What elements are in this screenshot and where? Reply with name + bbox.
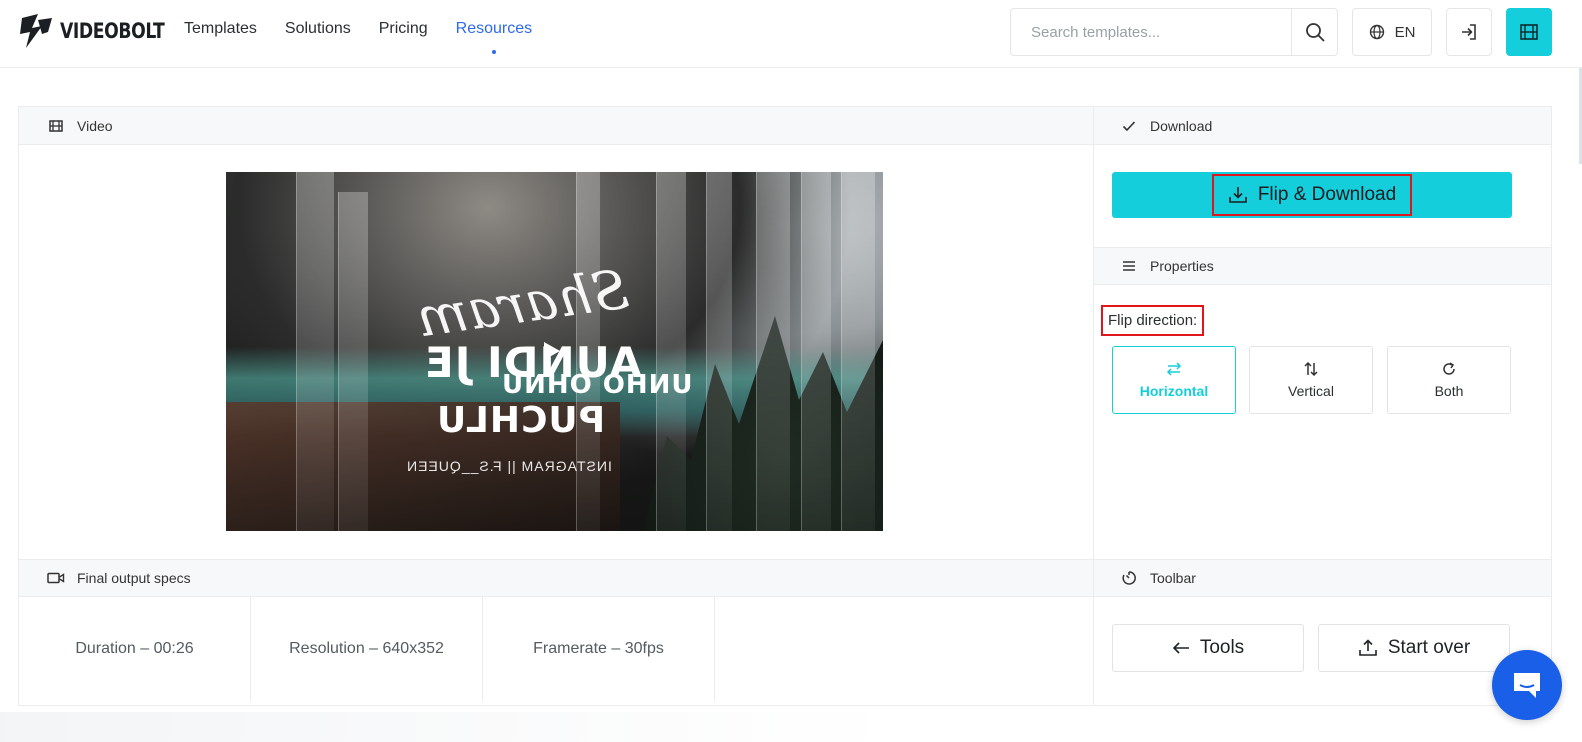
brand-name: VIDEOBOLT: [60, 19, 165, 43]
search-box: [1010, 8, 1338, 56]
flip-and-download-label: Flip & Download: [1257, 184, 1397, 205]
film-icon: [49, 119, 63, 132]
chat-icon: [1514, 673, 1540, 698]
upload-icon: [1359, 639, 1377, 656]
flip-option-both[interactable]: Both: [1387, 346, 1511, 414]
download-section-title: Download: [1150, 117, 1213, 134]
tools-button-label: Tools: [1199, 637, 1245, 658]
start-over-button-label: Start over: [1387, 637, 1471, 658]
login-button[interactable]: [1446, 8, 1492, 56]
rotate-icon: [1443, 362, 1455, 375]
my-projects-button[interactable]: [1506, 8, 1552, 56]
download-icon: [1229, 187, 1247, 203]
swap-vertical-icon: [1304, 361, 1318, 377]
search-button[interactable]: [1291, 9, 1337, 55]
video-section-title: Video: [77, 117, 113, 134]
column-divider: [1093, 107, 1094, 705]
start-over-button[interactable]: Start over: [1318, 624, 1510, 672]
flip-option-vertical[interactable]: Vertical: [1249, 346, 1373, 414]
video-section-header: Video: [19, 107, 1093, 145]
nav-solutions[interactable]: Solutions: [285, 20, 351, 38]
bolt-logo-icon: [20, 14, 52, 48]
page-footer-shadow: [0, 712, 900, 742]
toolbar-section-title: Toolbar: [1150, 570, 1196, 586]
search-input[interactable]: [1011, 9, 1291, 55]
properties-section-header: Properties: [1094, 247, 1551, 285]
language-code: EN: [1394, 23, 1416, 41]
film-icon: [1520, 24, 1538, 40]
spec-duration: Duration – 00:26: [19, 597, 251, 701]
check-icon: [1122, 120, 1136, 131]
main-nav: Templates Solutions Pricing Resources: [184, 20, 560, 54]
toolbar-section-header: Toolbar: [1094, 559, 1551, 597]
flip-option-both-label: Both: [1434, 383, 1464, 399]
language-selector[interactable]: EN: [1352, 8, 1432, 56]
flip-option-vertical-label: Vertical: [1288, 383, 1334, 399]
flip-and-download-button[interactable]: Flip & Download: [1112, 172, 1512, 218]
arrow-left-icon: [1172, 642, 1189, 654]
spec-framerate: Framerate – 30fps: [483, 597, 715, 701]
specs-section-header: Final output specs: [19, 559, 1093, 597]
menu-icon: [1123, 261, 1135, 271]
login-icon: [1462, 24, 1476, 40]
flip-option-horizontal-label: Horizontal: [1139, 383, 1209, 399]
nav-pricing[interactable]: Pricing: [379, 20, 428, 38]
properties-section-title: Properties: [1150, 258, 1214, 274]
swap-horizontal-icon: [1166, 362, 1182, 376]
top-navigation-bar: VIDEOBOLT Templates Solutions Pricing Re…: [0, 0, 1582, 68]
videobolt-logo[interactable]: VIDEOBOLT: [18, 12, 187, 50]
search-icon: [1305, 23, 1324, 42]
specs-section-title: Final output specs: [77, 570, 191, 586]
flip-option-horizontal[interactable]: Horizontal: [1112, 346, 1236, 414]
flip-direction-label: Flip direction:: [1101, 305, 1205, 336]
timer-icon: [1122, 571, 1136, 585]
nav-resources[interactable]: Resources: [456, 20, 532, 54]
video-camera-icon: [47, 572, 65, 584]
tools-button[interactable]: Tools: [1112, 624, 1304, 672]
spec-resolution: Resolution – 640x352: [251, 597, 483, 701]
nav-templates[interactable]: Templates: [184, 20, 257, 38]
video-preview[interactable]: Sharam AUNDI JE UNHO OHNU PUCHLU INSTAGR…: [226, 172, 883, 531]
download-section-header: Download: [1094, 107, 1551, 145]
play-icon[interactable]: [544, 342, 560, 360]
globe-icon: [1369, 24, 1384, 40]
chat-widget-button[interactable]: [1492, 650, 1562, 720]
